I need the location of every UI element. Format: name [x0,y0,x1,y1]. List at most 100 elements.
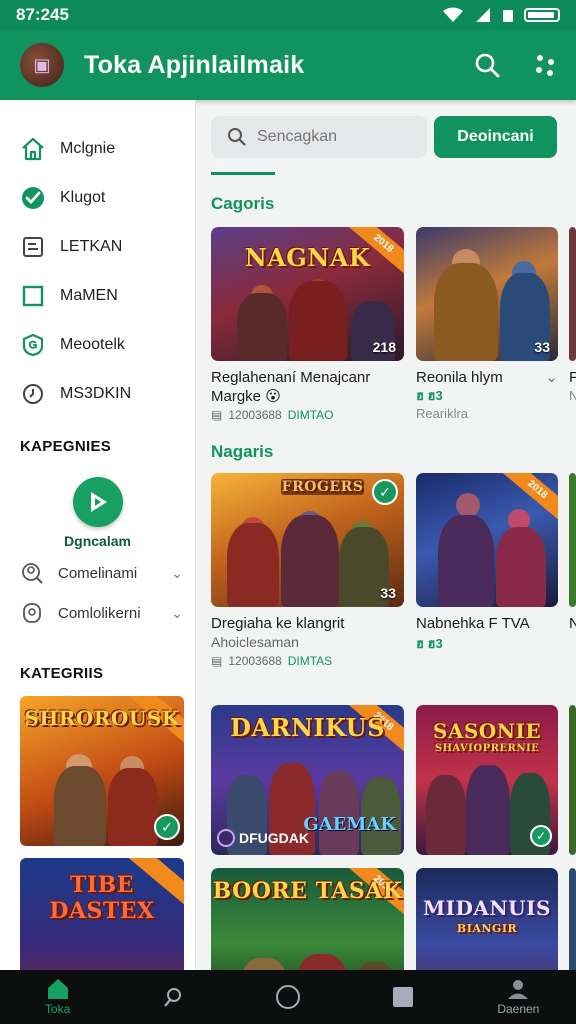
game-card[interactable]: 33 Reonila hlym ⌄ ฮ ฮ3 Reariklra [416,227,558,423]
app-bar: ▣ Toka Apjinlailmaik [0,30,576,100]
game-card[interactable]: N [569,473,576,633]
sidebar-game-card[interactable]: SHROROUSK ✓ [20,696,184,846]
game-meta: ▤ 12003688 DIMTAO [211,408,404,422]
bottom-nav-profile[interactable]: Daenen [478,978,558,1016]
sidebar-subitem-comlolikerni[interactable]: Comlolikerni ⌄ [0,593,195,633]
play-icon [72,477,123,527]
sidebar-item-letkan[interactable]: LETKAN [0,222,195,271]
game-thumbnail [569,868,576,970]
character-art [237,293,287,361]
character-art [54,766,106,846]
signal-icon [476,8,490,22]
character-art [319,771,359,855]
chevron-down-icon: ⌄ [171,604,183,621]
game-meta: ▤ 12003688 DIMTAS [211,654,404,668]
clock-icon [20,381,46,407]
search-field[interactable] [211,116,427,158]
sidebar-item-klugot[interactable]: Klugot [0,173,195,222]
game-art-title: DARNIKUS [230,713,385,742]
game-card[interactable]: FROGERS ✓ 33 Dregiaha ke klangrit Ahoicl… [211,473,404,668]
section-title-nagaris: Nagaris [211,442,274,461]
check-badge-icon: ✓ [154,814,180,840]
bottom-nav-search[interactable] [133,986,213,1008]
user-search-icon [20,561,44,585]
square-icon [20,283,46,309]
game-subtitle: Ahoiclesaman [211,634,299,650]
character-art [496,527,546,607]
user-badge-icon [20,601,44,625]
game-card[interactable]: SASONIE SHAVIOPRERNIE ✓ [416,705,558,855]
wifi-icon [443,7,463,22]
calendar-icon: ▤ [211,408,223,422]
game-price-sub: N [569,388,576,403]
sidebar-subitem-label: Comlolikerni [58,604,141,622]
chevron-down-icon[interactable]: ⌄ [545,368,558,387]
character-art [438,515,494,607]
game-card[interactable] [569,705,576,855]
game-art-title: SASONIE [432,719,542,743]
app-avatar[interactable]: ▣ [20,43,64,87]
game-art-title: BOORE TASAK [212,878,403,904]
play-store-link[interactable]: Dgncalam [0,477,195,549]
game-price: ฮ ฮ3 [416,388,443,403]
character-art [281,515,339,607]
sim-icon [503,10,513,22]
game-art-title: TIBE DASTEX [49,872,155,924]
search-input[interactable] [257,128,407,146]
game-card[interactable]: F N [569,227,576,405]
meta-date: 12003688 [228,408,282,422]
game-title-text: Reonila hlym [416,369,503,386]
game-title: Dregiaha ke klangrit [211,615,345,632]
meta-tag: DIMTAS [287,654,333,668]
section-title-cagoris: Cagoris [211,194,275,213]
game-card[interactable]: 2018 Nabnehka F TVA ฮ ฮ3 [416,473,558,653]
sidebar-item-home[interactable]: Mclgnie [0,124,195,173]
game-card[interactable]: MIDANUIS BIANGIR [416,868,558,970]
character-art [289,281,347,361]
search-icon [475,53,500,78]
sidebar-game-card[interactable]: TIBE DASTEX [20,858,184,970]
character-art [466,765,510,855]
game-art-bottom: DFUGDAK [217,829,309,847]
search-button[interactable] [472,50,502,80]
game-thumbnail: 2018 DARNIKUS DFUGDAK GAEMAK [211,705,404,855]
more-options-button[interactable] [530,50,560,80]
sidebar-item-label: LETKAN [60,237,123,255]
status-icons [442,7,560,23]
game-thumbnail: SASONIE SHAVIOPRERNIE ✓ [416,705,558,855]
game-card[interactable]: 2018 DARNIKUS DFUGDAK GAEMAK [211,705,404,855]
sidebar: Mclgnie Klugot LETKAN MaMEN Meootelk MS3… [0,100,196,970]
game-art-bottom-text2: GAEMAK [303,814,396,835]
bottom-nav-home-button[interactable] [248,984,328,1010]
bottom-nav-home[interactable]: Toka [18,978,98,1016]
game-thumbnail: 2018 BOORE TASAK [211,868,404,970]
search-icon [163,988,181,1007]
bottom-nav-label: Daenen [497,1002,540,1016]
section-title-kategriis: KATEGRIIS [20,665,104,682]
game-card[interactable]: 2018 NAGNAK 218 Reglahenaní Menajcanr Ma… [211,227,404,422]
download-button[interactable]: Deoincani [434,116,557,158]
game-art-title: SHROROUSK [24,706,180,730]
sidebar-item-label: Mclgnie [60,139,116,157]
sidebar-item-label: MS3DKIN [60,384,132,402]
tab-indicator [211,172,275,175]
game-price: ฮ ฮ3 [416,636,443,651]
count-badge: 33 [534,339,550,355]
game-art-title: FROGERS [281,479,364,495]
chevron-down-icon: ⌄ [171,564,183,581]
sidebar-item-meootelk[interactable]: Meootelk [0,320,195,369]
game-thumbnail [569,473,576,607]
main-content: Deoincani Cagoris 2018 NAGNAK 218 Reglah… [197,100,576,970]
game-title: Reonila hlym ⌄ [416,368,558,387]
count-badge: 218 [372,339,396,355]
game-thumbnail: 33 [416,227,558,361]
sidebar-item-ms3dkin[interactable]: MS3DKIN [0,369,195,418]
calendar-icon: ▤ [211,654,223,668]
game-card[interactable] [569,868,576,970]
sidebar-item-mamen[interactable]: MaMEN [0,271,195,320]
game-card[interactable]: 2018 BOORE TASAK [211,868,404,970]
sidebar-item-label: MaMEN [60,286,118,304]
sidebar-subitem-comelinami[interactable]: Comelinami ⌄ [0,553,195,593]
game-title: Nabnehka F TVA [416,615,530,632]
bottom-nav-recents[interactable] [363,986,443,1008]
